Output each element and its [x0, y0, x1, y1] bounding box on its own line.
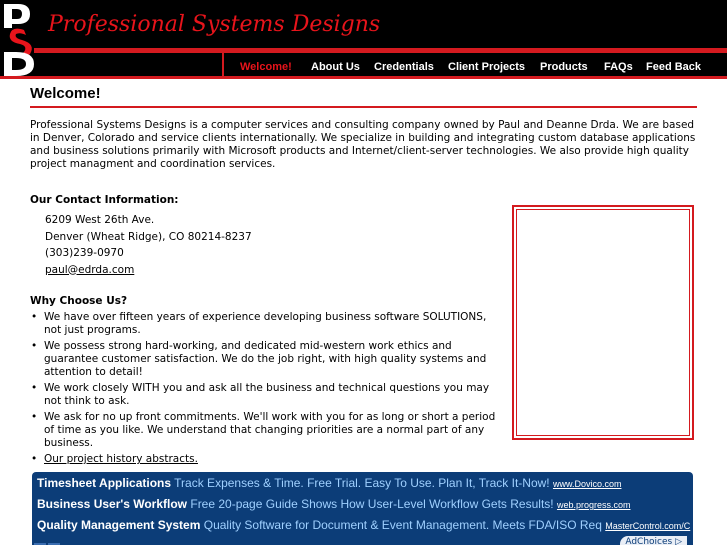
list-item: Our project history abstracts.: [30, 453, 505, 466]
nav-welcome[interactable]: Welcome!: [240, 61, 292, 73]
nav-faqs[interactable]: FAQs: [604, 61, 633, 73]
psd-logo-icon[interactable]: [0, 0, 44, 76]
contact-info: 6209 West 26th Ave. Denver (Wheat Ridge)…: [45, 212, 252, 278]
title-underline: [30, 106, 697, 108]
ad-pager: ◀▶: [34, 536, 62, 545]
project-history-link[interactable]: Our project history abstracts.: [44, 453, 198, 465]
page-title: Welcome!: [30, 85, 101, 102]
ad-row[interactable]: Business User's Workflow Free 20-page Gu…: [37, 497, 631, 511]
ad-title[interactable]: Business User's Workflow: [37, 497, 187, 511]
nav-underline: [0, 76, 727, 79]
text-ads: Timesheet Applications Track Expenses & …: [32, 472, 693, 545]
why-heading: Why Choose Us?: [30, 295, 128, 307]
nav-credentials[interactable]: Credentials: [374, 61, 434, 73]
main-nav: Welcome! About Us Credentials Client Pro…: [222, 53, 727, 78]
list-item: We work closely WITH you and ask all the…: [30, 382, 505, 408]
email-link[interactable]: paul@edrda.com: [45, 264, 134, 276]
intro-paragraph: Professional Systems Designs is a comput…: [30, 119, 696, 170]
nav-client-projects[interactable]: Client Projects: [448, 61, 525, 73]
ad-url[interactable]: www.Dovico.com: [553, 479, 622, 489]
ad-text: Quality Software for Document & Event Ma…: [203, 518, 602, 532]
ad-title[interactable]: Timesheet Applications: [37, 476, 171, 490]
address-line-2: Denver (Wheat Ridge), CO 80214-8237: [45, 230, 252, 243]
ad-row[interactable]: Timesheet Applications Track Expenses & …: [37, 476, 621, 490]
site-title: Professional Systems Designs: [48, 12, 381, 37]
phone-number: (303)239-0970: [45, 247, 124, 259]
ad-row[interactable]: Quality Management System Quality Softwa…: [37, 518, 690, 532]
ad-text: Track Expenses & Time. Free Trial. Easy …: [174, 476, 550, 490]
contact-heading: Our Contact Information:: [30, 194, 179, 206]
address-line-1: 6209 West 26th Ave.: [45, 214, 155, 226]
adchoices-badge[interactable]: AdChoices ▷: [620, 536, 687, 545]
ad-placeholder-box: [512, 205, 694, 440]
ad-text: Free 20-page Guide Shows How User-Level …: [190, 497, 554, 511]
list-item: We have over fifteen years of experience…: [30, 311, 505, 337]
ad-url[interactable]: MasterControl.com/C: [605, 521, 690, 531]
ad-url[interactable]: web.progress.com: [557, 500, 631, 510]
list-item: We possess strong hard-working, and dedi…: [30, 340, 505, 379]
why-list: We have over fifteen years of experience…: [30, 311, 505, 469]
ad-title[interactable]: Quality Management System: [37, 518, 200, 532]
nav-about-us[interactable]: About Us: [311, 61, 360, 73]
nav-products[interactable]: Products: [540, 61, 588, 73]
nav-feed-back[interactable]: Feed Back: [646, 61, 701, 73]
list-item: We ask for no up front commitments. We'l…: [30, 411, 505, 450]
site-header: Professional Systems Designs Welcome! Ab…: [0, 0, 727, 79]
